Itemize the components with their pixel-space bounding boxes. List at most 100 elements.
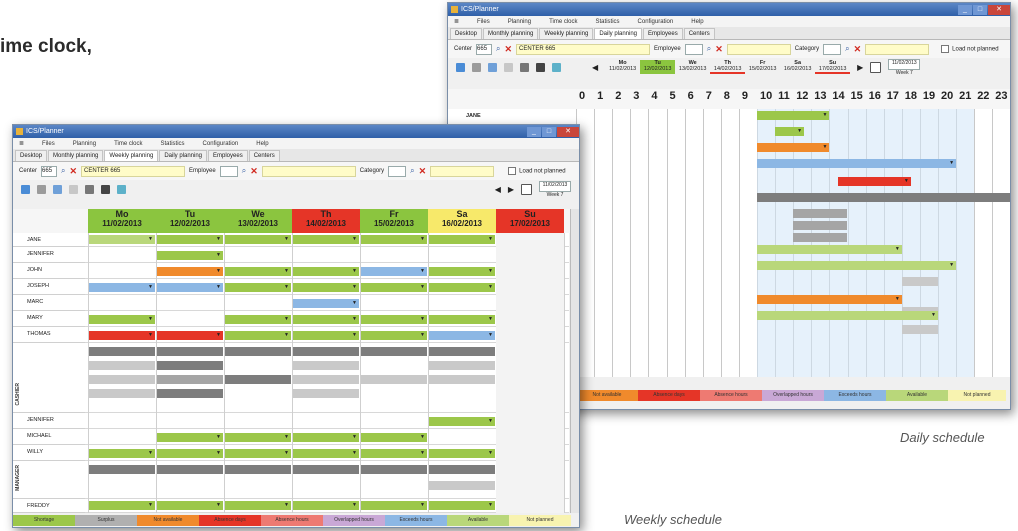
tab-centers[interactable]: Centers — [683, 28, 715, 39]
center-field[interactable]: 665 — [41, 165, 58, 177]
next-arrow-icon[interactable]: ▶ — [857, 63, 863, 72]
day-header-fr[interactable]: Fr 15/02/2013 — [360, 209, 428, 233]
shift-slot[interactable] — [225, 283, 291, 292]
shift-slot[interactable] — [157, 465, 223, 474]
shift-slot[interactable] — [429, 449, 495, 458]
shift-slot[interactable] — [293, 331, 359, 340]
schedule-bar[interactable] — [757, 311, 938, 320]
shift-slot[interactable] — [293, 299, 359, 308]
clear-icon[interactable]: ✕ — [715, 44, 723, 55]
copy-icon[interactable] — [37, 184, 46, 194]
tab-desktop[interactable]: Desktop — [450, 28, 483, 39]
tab-employees[interactable]: Employees — [208, 150, 248, 161]
shift-slot[interactable] — [429, 501, 495, 510]
schedule-bar[interactable] — [775, 127, 805, 136]
menu-item[interactable]: ≣ — [454, 18, 459, 25]
shift-slot[interactable] — [157, 331, 223, 340]
search-icon[interactable]: ⌕ — [707, 44, 711, 54]
shift-slot[interactable] — [157, 433, 223, 442]
tab-monthly[interactable]: Monthly planning — [483, 28, 539, 39]
day-th[interactable]: Th 14/02/2013 — [710, 60, 746, 74]
shift-slot[interactable] — [293, 361, 359, 370]
shift-slot[interactable] — [361, 267, 427, 276]
tab-desktop[interactable]: Desktop — [15, 150, 48, 161]
menu-item[interactable]: Configuration — [638, 19, 674, 25]
shift-slot[interactable] — [361, 449, 427, 458]
menu-item[interactable]: Help — [256, 141, 268, 147]
print-icon[interactable] — [85, 184, 94, 194]
export-icon[interactable] — [552, 62, 561, 72]
page-icon[interactable] — [504, 62, 513, 72]
shift-slot[interactable] — [157, 361, 223, 370]
save-icon[interactable] — [536, 62, 545, 72]
save-icon[interactable] — [101, 184, 110, 194]
employee-name[interactable]: JANE — [13, 233, 85, 247]
day-header-we[interactable]: We 13/02/2013 — [224, 209, 292, 233]
day-we[interactable]: We 13/02/2013 — [675, 60, 710, 74]
day-su[interactable]: Su 17/02/2013 — [815, 60, 851, 74]
shift-slot[interactable] — [293, 449, 359, 458]
search-icon[interactable]: ⌕ — [242, 166, 246, 176]
shift-slot[interactable] — [293, 501, 359, 510]
shift-slot[interactable] — [89, 501, 155, 510]
menu-item[interactable]: Help — [691, 19, 703, 25]
shift-slot[interactable] — [157, 267, 223, 276]
shift-slot[interactable] — [225, 235, 291, 244]
schedule-bar[interactable] — [757, 143, 830, 152]
shift-slot[interactable] — [225, 267, 291, 276]
schedule-bar[interactable] — [757, 295, 902, 304]
employee-name[interactable]: FREDDY — [13, 499, 85, 513]
day-header-mo[interactable]: Mo 11/02/2013 — [88, 209, 156, 233]
search-icon[interactable]: ⌕ — [496, 44, 500, 54]
tab-weekly[interactable]: Weekly planning — [104, 150, 159, 161]
clear-icon[interactable]: ✕ — [250, 166, 258, 177]
shift-slot[interactable] — [157, 251, 223, 260]
employee-field[interactable] — [684, 43, 703, 55]
menu-item[interactable]: Time clock — [114, 141, 142, 147]
shift-slot[interactable] — [429, 283, 495, 292]
shift-slot[interactable] — [293, 347, 359, 356]
shift-slot[interactable] — [429, 235, 495, 244]
day-header-th[interactable]: Th 14/02/2013 — [292, 209, 360, 233]
shift-slot[interactable] — [429, 465, 495, 474]
move-icon[interactable] — [488, 62, 497, 72]
category-field[interactable] — [388, 165, 407, 177]
shift-slot[interactable] — [361, 283, 427, 292]
schedule-bar[interactable] — [757, 159, 957, 168]
day-sa[interactable]: Sa 16/02/2013 — [780, 60, 815, 74]
schedule-bar[interactable] — [757, 111, 830, 120]
shift-slot[interactable] — [89, 315, 155, 324]
load-not-planned-checkbox[interactable]: Load not planned — [941, 45, 999, 53]
shift-slot[interactable] — [429, 315, 495, 324]
shift-slot[interactable] — [157, 347, 223, 356]
schedule-bar[interactable] — [901, 277, 938, 286]
shift-slot[interactable] — [157, 235, 223, 244]
employee-name[interactable]: JOSEPH — [13, 279, 85, 295]
schedule-bar[interactable] — [757, 245, 902, 254]
menu-item[interactable]: Configuration — [203, 141, 239, 147]
menu-item[interactable]: Planning — [73, 141, 96, 147]
shift-slot[interactable] — [293, 433, 359, 442]
tab-employees[interactable]: Employees — [643, 28, 683, 39]
load-not-planned-checkbox[interactable]: Load not planned — [508, 167, 566, 175]
close-icon[interactable]: ✕ — [988, 4, 1010, 15]
shift-slot[interactable] — [429, 347, 495, 356]
shift-slot[interactable] — [89, 235, 155, 244]
employee-field[interactable] — [219, 165, 238, 177]
menu-item[interactable]: Time clock — [549, 19, 577, 25]
shift-slot[interactable] — [361, 375, 427, 384]
shift-slot[interactable] — [361, 235, 427, 244]
shift-slot[interactable] — [361, 465, 427, 474]
next-arrow-icon[interactable]: ▶ — [508, 185, 514, 194]
shift-slot[interactable] — [293, 315, 359, 324]
calendar-icon[interactable] — [521, 183, 532, 195]
import-icon[interactable] — [21, 184, 30, 194]
schedule-bar[interactable] — [757, 261, 957, 270]
clear-icon[interactable]: ✕ — [70, 166, 78, 177]
shift-slot[interactable] — [89, 347, 155, 356]
maximize-icon[interactable]: □ — [542, 126, 556, 137]
minimize-icon[interactable]: _ — [527, 126, 541, 137]
shift-slot[interactable] — [157, 449, 223, 458]
tab-weekly[interactable]: Weekly planning — [539, 28, 594, 39]
tab-monthly[interactable]: Monthly planning — [48, 150, 104, 161]
